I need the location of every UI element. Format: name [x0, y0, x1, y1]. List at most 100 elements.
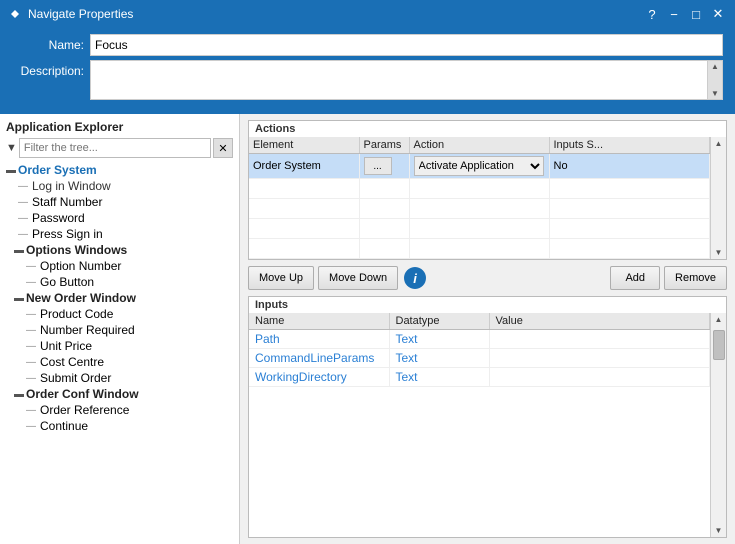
move-down-button[interactable]: Move Down	[318, 266, 398, 290]
inputs-col-value: Value	[489, 313, 710, 330]
tree-leaf-label: Submit Order	[40, 371, 111, 385]
tree-leaf-label: Order Reference	[40, 403, 129, 417]
scroll-down-arrow[interactable]: ▼	[713, 246, 725, 259]
tree-item-unitprice[interactable]: — Unit Price	[6, 338, 233, 354]
description-label: Description:	[12, 60, 84, 78]
right-panel: Actions Element Params Action Inputs S..…	[240, 114, 735, 544]
col-inputss: Inputs S...	[549, 137, 710, 154]
actions-row[interactable]: Order System ... Activate Application No	[249, 154, 710, 179]
expand-group-icon: ▬	[14, 389, 24, 400]
tree-item-neworderwindow[interactable]: ▬ New Order Window	[6, 290, 233, 306]
title-bar: Navigate Properties ? − □ ✕	[0, 0, 735, 28]
tree-leaf-label: Cost Centre	[40, 355, 104, 369]
tree-item-password[interactable]: — Password	[6, 210, 233, 226]
tree-item-orderref[interactable]: — Order Reference	[6, 402, 233, 418]
tree-leaf-label: Product Code	[40, 307, 113, 321]
inputs-scroll-down-arrow[interactable]: ▼	[713, 524, 725, 537]
tree-item-ordersystem[interactable]: ▬ Order System	[6, 162, 233, 178]
col-element: Element	[249, 137, 359, 154]
col-params: Params	[359, 137, 409, 154]
expand-group-icon: ▬	[14, 245, 24, 256]
input-type-workingdir: Text	[396, 370, 418, 384]
desc-scrollbar[interactable]: ▲ ▼	[707, 60, 723, 100]
close-button[interactable]: ✕	[709, 5, 727, 23]
input-name-cmdparams: CommandLineParams	[255, 351, 374, 365]
app-explorer-title: Application Explorer	[6, 120, 233, 134]
tree-item-numberrequired[interactable]: — Number Required	[6, 322, 233, 338]
tree-item-costcentre[interactable]: — Cost Centre	[6, 354, 233, 370]
tree-leaf-label: Go Button	[40, 275, 94, 289]
actions-label: Actions	[249, 121, 726, 137]
tree-item-loginwindow[interactable]: — Log in Window	[6, 178, 233, 194]
tree-leaf-label: Press Sign in	[32, 227, 103, 241]
inputs-col-datatype: Datatype	[389, 313, 489, 330]
tree-group-label: Options Windows	[26, 243, 127, 257]
tree-item-submitorder[interactable]: — Submit Order	[6, 370, 233, 386]
name-input[interactable]	[90, 34, 723, 56]
actions-cell-action[interactable]: Activate Application	[409, 154, 549, 179]
expand-icon: ▬	[6, 165, 16, 176]
tree-leaf-label: Unit Price	[40, 339, 92, 353]
params-button[interactable]: ...	[364, 157, 392, 175]
window-title: Navigate Properties	[28, 7, 133, 21]
actions-group: Actions Element Params Action Inputs S..…	[248, 120, 727, 260]
tree-item-optionnumber[interactable]: — Option Number	[6, 258, 233, 274]
inputs-row[interactable]: CommandLineParams Text	[249, 349, 710, 368]
inputs-scroll-up-arrow[interactable]: ▲	[713, 313, 725, 326]
filter-input[interactable]	[19, 138, 211, 158]
inputs-col-name: Name	[249, 313, 389, 330]
tree-item-staffnumber[interactable]: — Staff Number	[6, 194, 233, 210]
minimize-button[interactable]: −	[665, 5, 683, 23]
inputs-label: Inputs	[249, 297, 726, 313]
tree-group-label: New Order Window	[26, 291, 136, 305]
header-area: Name: Description: ▲ ▼	[0, 28, 735, 114]
actions-row-empty	[249, 239, 710, 259]
tree-leaf-label: Staff Number	[32, 195, 102, 209]
remove-button[interactable]: Remove	[664, 266, 727, 290]
actions-row-empty	[249, 199, 710, 219]
move-up-button[interactable]: Move Up	[248, 266, 314, 290]
tree-item-presssignin[interactable]: — Press Sign in	[6, 226, 233, 242]
info-button[interactable]: i	[404, 267, 426, 289]
inputs-table: Name Datatype Value Path Text	[249, 313, 710, 387]
scroll-up-arrow[interactable]: ▲	[713, 137, 725, 150]
input-type-cmdparams: Text	[396, 351, 418, 365]
scroll-up-icon[interactable]: ▲	[710, 61, 720, 72]
inputs-scrollbar[interactable]: ▲ ▼	[710, 313, 726, 537]
actions-scrollbar[interactable]: ▲ ▼	[710, 137, 726, 259]
description-input[interactable]	[90, 60, 723, 100]
input-type-path: Text	[396, 332, 418, 346]
inputs-row[interactable]: Path Text	[249, 330, 710, 349]
tree-item-optionswindows[interactable]: ▬ Options Windows	[6, 242, 233, 258]
main-area: Application Explorer ▼ ✕ ▬ Order System …	[0, 114, 735, 544]
tree-leaf-label: Log in Window	[32, 179, 111, 193]
action-select[interactable]: Activate Application	[414, 156, 544, 176]
actions-cell-inputss: No	[549, 154, 710, 179]
name-label: Name:	[12, 38, 84, 52]
tree-leaf-label: Number Required	[40, 323, 135, 337]
tree-item-continue[interactable]: — Continue	[6, 418, 233, 434]
clear-filter-button[interactable]: ✕	[213, 138, 233, 158]
scroll-down-icon[interactable]: ▼	[710, 88, 720, 99]
input-name-path: Path	[255, 332, 280, 346]
actions-cell-element: Order System	[249, 154, 359, 179]
input-value-cmdparams[interactable]	[489, 349, 710, 368]
input-value-path[interactable]	[489, 330, 710, 349]
inputs-group: Inputs Name Datatype Value	[248, 296, 727, 538]
actions-row-empty	[249, 219, 710, 239]
inputs-scroll-thumb	[713, 330, 725, 360]
filter-row: ▼ ✕	[6, 138, 233, 158]
add-button[interactable]: Add	[610, 266, 660, 290]
restore-button[interactable]: □	[687, 5, 705, 23]
actions-cell-params[interactable]: ...	[359, 154, 409, 179]
tree-item-gobutton[interactable]: — Go Button	[6, 274, 233, 290]
help-button[interactable]: ?	[643, 5, 661, 23]
tree-item-orderconfwindow[interactable]: ▬ Order Conf Window	[6, 386, 233, 402]
tree-item-productcode[interactable]: — Product Code	[6, 306, 233, 322]
input-value-workingdir[interactable]	[489, 368, 710, 387]
tree-leaf-label: Continue	[40, 419, 88, 433]
inputs-row[interactable]: WorkingDirectory Text	[249, 368, 710, 387]
actions-row-empty	[249, 179, 710, 199]
actions-table: Element Params Action Inputs S... Order …	[249, 137, 710, 259]
expand-group-icon: ▬	[14, 293, 24, 304]
